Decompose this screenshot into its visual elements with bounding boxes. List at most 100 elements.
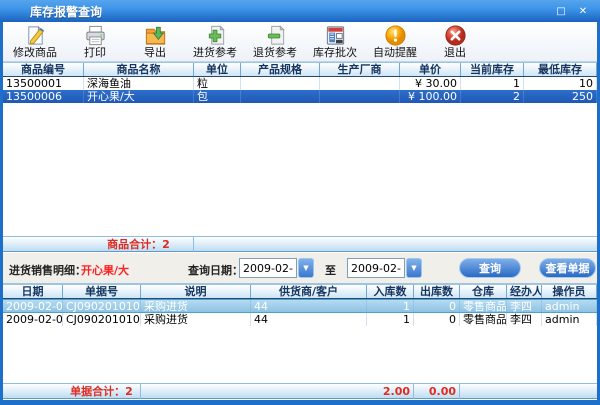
table-cell: 粒 (194, 77, 241, 90)
table-cell: 1 (367, 313, 414, 326)
to-label: 至 (325, 262, 336, 278)
table-cell: 2 (461, 90, 524, 103)
close-button[interactable]: ✕ (576, 4, 590, 18)
table-cell: 10 (524, 77, 597, 90)
column-header[interactable]: 商品编号 (3, 63, 84, 76)
footer-total-label: 商品合计：2 (84, 237, 194, 252)
table-cell: 包 (194, 90, 241, 103)
export-icon (144, 24, 167, 47)
exit-button[interactable]: 退出 (425, 23, 485, 61)
toolbar-label: 打印 (84, 47, 106, 59)
table-empty-area (3, 103, 597, 236)
purchase-ref-icon (204, 24, 227, 47)
table-cell: 采购进货 (141, 313, 251, 326)
table-cell: 采购进货 (141, 300, 251, 312)
column-header[interactable]: 仓库 (460, 285, 507, 298)
stock-batch-button[interactable]: 库存批次 (305, 23, 365, 61)
column-header[interactable]: 单价 (400, 63, 461, 76)
column-header[interactable]: 说明 (141, 285, 251, 298)
detail-table: 日期单据号说明供货商/客户入库数出库数仓库经办人操作员2009-02-01CJ0… (3, 284, 597, 399)
table-cell: 44 (251, 300, 367, 312)
column-header[interactable]: 操作员 (542, 285, 597, 298)
title-bar: 库存报警查询 □ ✕ (0, 0, 600, 22)
chevron-down-icon[interactable]: ▼ (298, 258, 314, 278)
table-header-row: 商品编号商品名称单位产品规格生产厂商单价当前库存最低库存 (3, 62, 597, 77)
column-header[interactable]: 日期 (3, 285, 63, 298)
print-button[interactable]: 打印 (65, 23, 125, 61)
table-row[interactable]: 13500001深海鱼油粒 ¥ 30.00110 (3, 77, 597, 90)
print-icon (84, 24, 107, 47)
table-cell: CJ090201010002 (63, 313, 141, 326)
table-cell: admin (542, 313, 597, 326)
column-header[interactable]: 单位 (194, 63, 241, 76)
table-cell: 开心果/大 (84, 90, 194, 103)
column-header[interactable]: 出库数 (414, 285, 460, 298)
table-cell (241, 77, 320, 90)
table-cell: 零售商品仓 (460, 300, 507, 312)
detail-value: 开心果/大 (81, 262, 129, 278)
column-header[interactable]: 商品名称 (84, 63, 194, 76)
return-ref-button[interactable]: 退货参考 (245, 23, 305, 61)
date-from-combo: ▼ (239, 258, 314, 278)
app-window: 库存报警查询 □ ✕ 修改商品 (0, 0, 600, 405)
table-row[interactable]: 2009-02-01CJ090201010002采购进货4410零售商品仓李四a… (3, 299, 597, 313)
table-footer: 商品合计：2 (3, 236, 597, 252)
footer-out-total: 0.00 (414, 384, 460, 399)
table-header-row: 日期单据号说明供货商/客户入库数出库数仓库经办人操作员 (3, 284, 597, 299)
column-header[interactable]: 最低库存 (524, 63, 597, 76)
table-cell: 13500001 (3, 77, 84, 90)
toolbar-label: 修改商品 (13, 47, 57, 59)
query-date-label: 查询日期： (188, 262, 243, 278)
column-header[interactable]: 单据号 (63, 285, 141, 298)
table-cell: 0 (414, 313, 460, 326)
column-header[interactable]: 入库数 (367, 285, 414, 298)
column-header[interactable]: 产品规格 (241, 63, 320, 76)
toolbar-label: 自动提醒 (373, 47, 417, 59)
toolbar: 修改商品 打印 导出 (3, 22, 597, 62)
export-button[interactable]: 导出 (125, 23, 185, 61)
column-header[interactable]: 当前库存 (461, 63, 524, 76)
column-header[interactable]: 生产厂商 (320, 63, 400, 76)
table-cell: 1 (367, 300, 414, 312)
column-header[interactable]: 经办人 (507, 285, 542, 298)
table-empty-area (3, 326, 597, 383)
maximize-button[interactable]: □ (554, 4, 568, 18)
table-cell: 深海鱼油 (84, 77, 194, 90)
table-cell: 0 (414, 300, 460, 312)
column-header[interactable]: 供货商/客户 (251, 285, 367, 298)
table-cell (320, 77, 400, 90)
auto-remind-button[interactable]: 自动提醒 (365, 23, 425, 61)
date-to-input[interactable] (347, 258, 405, 278)
table-row[interactable]: 2009-02-01CJ090201010002采购进货4410零售商品仓李四a… (3, 313, 597, 326)
table-cell: 2009-02-01 (3, 300, 63, 312)
table-cell: ¥ 30.00 (400, 77, 461, 90)
table-cell: CJ090201010002 (63, 300, 141, 312)
table-cell: 2009-02-01 (3, 313, 63, 326)
table-cell: 零售商品仓 (460, 313, 507, 326)
table-cell: admin (542, 300, 597, 312)
toolbar-label: 库存批次 (313, 47, 357, 59)
table-cell: 44 (251, 313, 367, 326)
table-row[interactable]: 13500006开心果/大包¥ 100.002250 (3, 90, 597, 103)
table-cell (320, 90, 400, 103)
chevron-down-icon[interactable]: ▼ (406, 258, 422, 278)
detail-label: 进货销售明细： (9, 262, 86, 278)
auto-remind-icon (384, 24, 407, 47)
purchase-ref-button[interactable]: 进货参考 (185, 23, 245, 61)
footer-in-total: 2.00 (367, 384, 414, 399)
date-from-input[interactable] (239, 258, 297, 278)
toolbar-label: 导出 (144, 47, 166, 59)
edit-product-button[interactable]: 修改商品 (5, 23, 65, 61)
toolbar-label: 退货参考 (253, 47, 297, 59)
table-cell: 1 (461, 77, 524, 90)
query-button[interactable]: 查询 (459, 258, 521, 278)
detail-panel: 进货销售明细： 开心果/大 查询日期： ▼ 至 ▼ 查询 查看单据 (3, 252, 597, 284)
view-document-button[interactable]: 查看单据 (539, 258, 596, 278)
table-cell: 李四 (507, 300, 542, 312)
toolbar-label: 进货参考 (193, 47, 237, 59)
table-cell: ¥ 100.00 (400, 90, 461, 103)
table-cell: 13500006 (3, 90, 84, 103)
exit-icon (444, 24, 467, 47)
footer-total-label: 单据合计：2 (63, 384, 141, 399)
table-cell: 李四 (507, 313, 542, 326)
